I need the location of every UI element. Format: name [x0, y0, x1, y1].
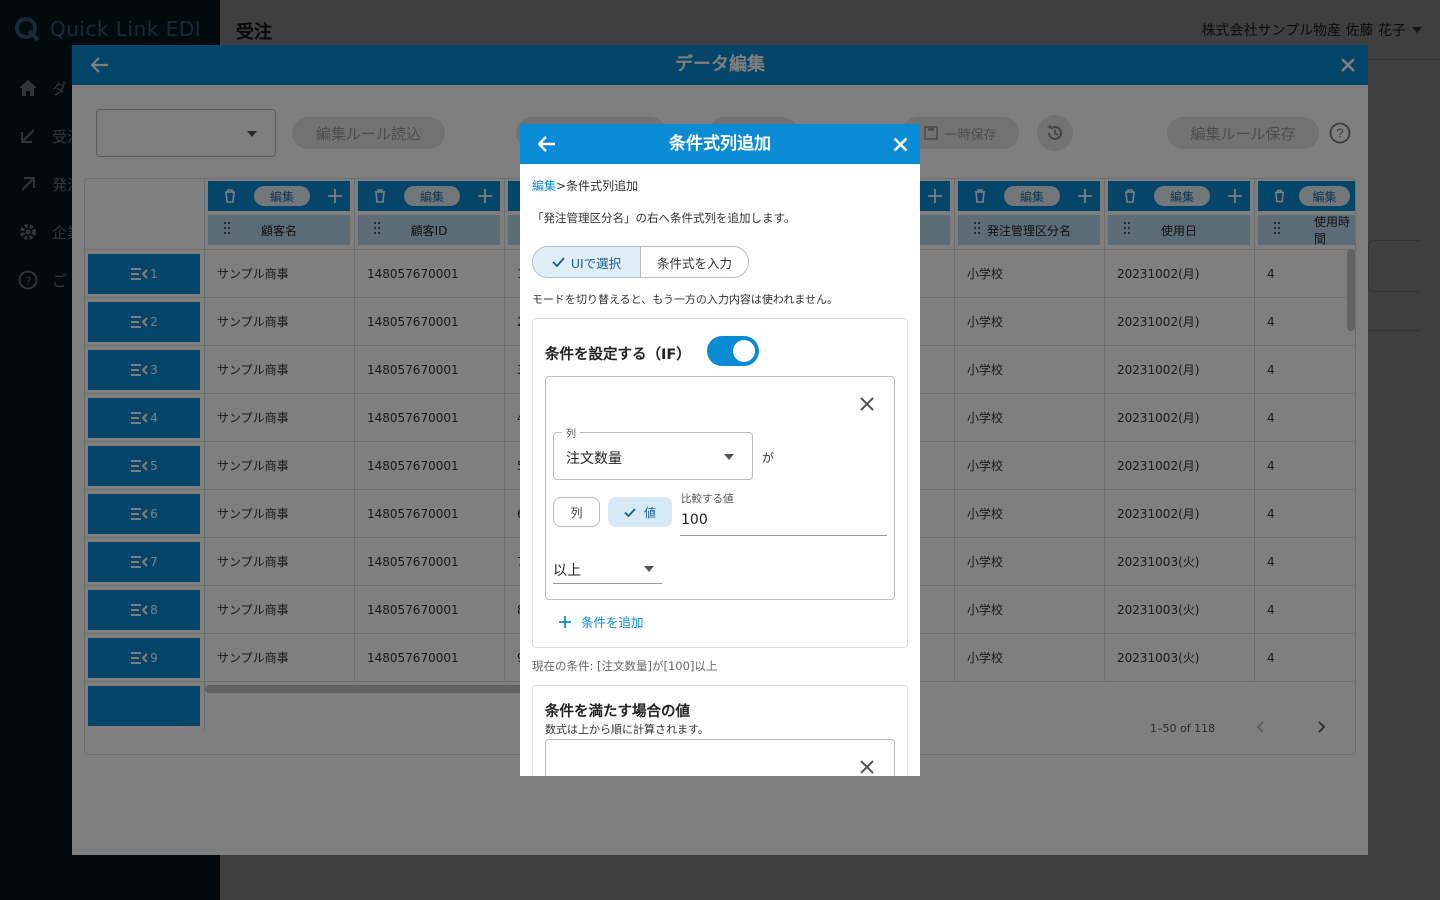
caret-down-icon: [644, 566, 654, 572]
breadcrumb-separator: >: [556, 179, 567, 193]
mode-ui-button[interactable]: UIで選択: [533, 247, 641, 277]
column-select[interactable]: 列 注文数量: [553, 425, 753, 480]
add-condition-label: 条件を追加: [581, 615, 644, 630]
if-card-title: 条件を設定する（IF）: [545, 347, 691, 363]
breadcrumb-current: 条件式列追加: [566, 179, 639, 193]
compare-column-chip[interactable]: 列: [553, 497, 600, 527]
then-card-title: 条件を満たす場合の値: [545, 704, 690, 720]
close-icon: [893, 137, 907, 151]
dialog-title: 条件式列追加: [669, 134, 771, 154]
mode-expression-button[interactable]: 条件式を入力: [641, 247, 748, 277]
current-condition: 現在の条件: [注文数量]が[100]以上: [532, 659, 718, 673]
remove-condition-button[interactable]: [856, 393, 878, 415]
mode-ui-label: UIで選択: [570, 255, 622, 271]
dialog-description: 「発注管理区分名」の右へ条件式列を追加します。: [532, 211, 796, 225]
value-box: [545, 739, 895, 776]
column-select-label: 列: [562, 425, 580, 440]
if-toggle-switch[interactable]: [707, 336, 759, 366]
then-card: 条件を満たす場合の値 数式は上から順に計算されます。: [532, 685, 908, 776]
condition-column-dialog: 条件式列追加 編集>条件式列追加 「発注管理区分名」の右へ条件式列を追加します。…: [520, 124, 920, 776]
compare-value-input[interactable]: 100: [680, 507, 887, 536]
check-icon: [552, 257, 565, 267]
compare-value-chip[interactable]: 値: [608, 497, 672, 527]
close-icon: [860, 760, 874, 774]
mode-note: モードを切り替えると、もう一方の入力内容は使われません。: [532, 293, 839, 306]
operator-select[interactable]: 以上: [553, 554, 662, 584]
then-card-note: 数式は上から順に計算されます。: [545, 723, 709, 736]
arrow-left-icon: [538, 136, 555, 152]
breadcrumb: 編集>条件式列追加: [532, 177, 638, 194]
add-condition-button[interactable]: 条件を追加: [559, 612, 644, 631]
condition-box: 列 注文数量 が 列 値 比較する値 100 以上: [545, 376, 895, 600]
operator-value: 以上: [553, 563, 581, 579]
column-select-value: 注文数量: [566, 451, 622, 467]
close-icon: [860, 397, 874, 411]
remove-value-button[interactable]: [856, 756, 878, 776]
breadcrumb-link-edit[interactable]: 編集: [532, 179, 556, 193]
back-button[interactable]: [536, 134, 558, 154]
switch-knob: [733, 340, 755, 362]
compare-value-label: 比較する値: [681, 493, 734, 505]
compare-value-chip-label: 値: [643, 505, 656, 520]
check-icon: [624, 507, 636, 517]
ga-label: が: [762, 451, 775, 465]
compare-value-text: 100: [681, 512, 708, 528]
close-button[interactable]: [890, 134, 910, 154]
if-card: 条件を設定する（IF） 列 注文数量 が 列 値 比較する値 100 以上 条件…: [532, 318, 908, 648]
mode-toggle: UIで選択 条件式を入力: [532, 246, 749, 278]
caret-down-icon: [724, 454, 734, 460]
add-icon: [559, 615, 571, 628]
